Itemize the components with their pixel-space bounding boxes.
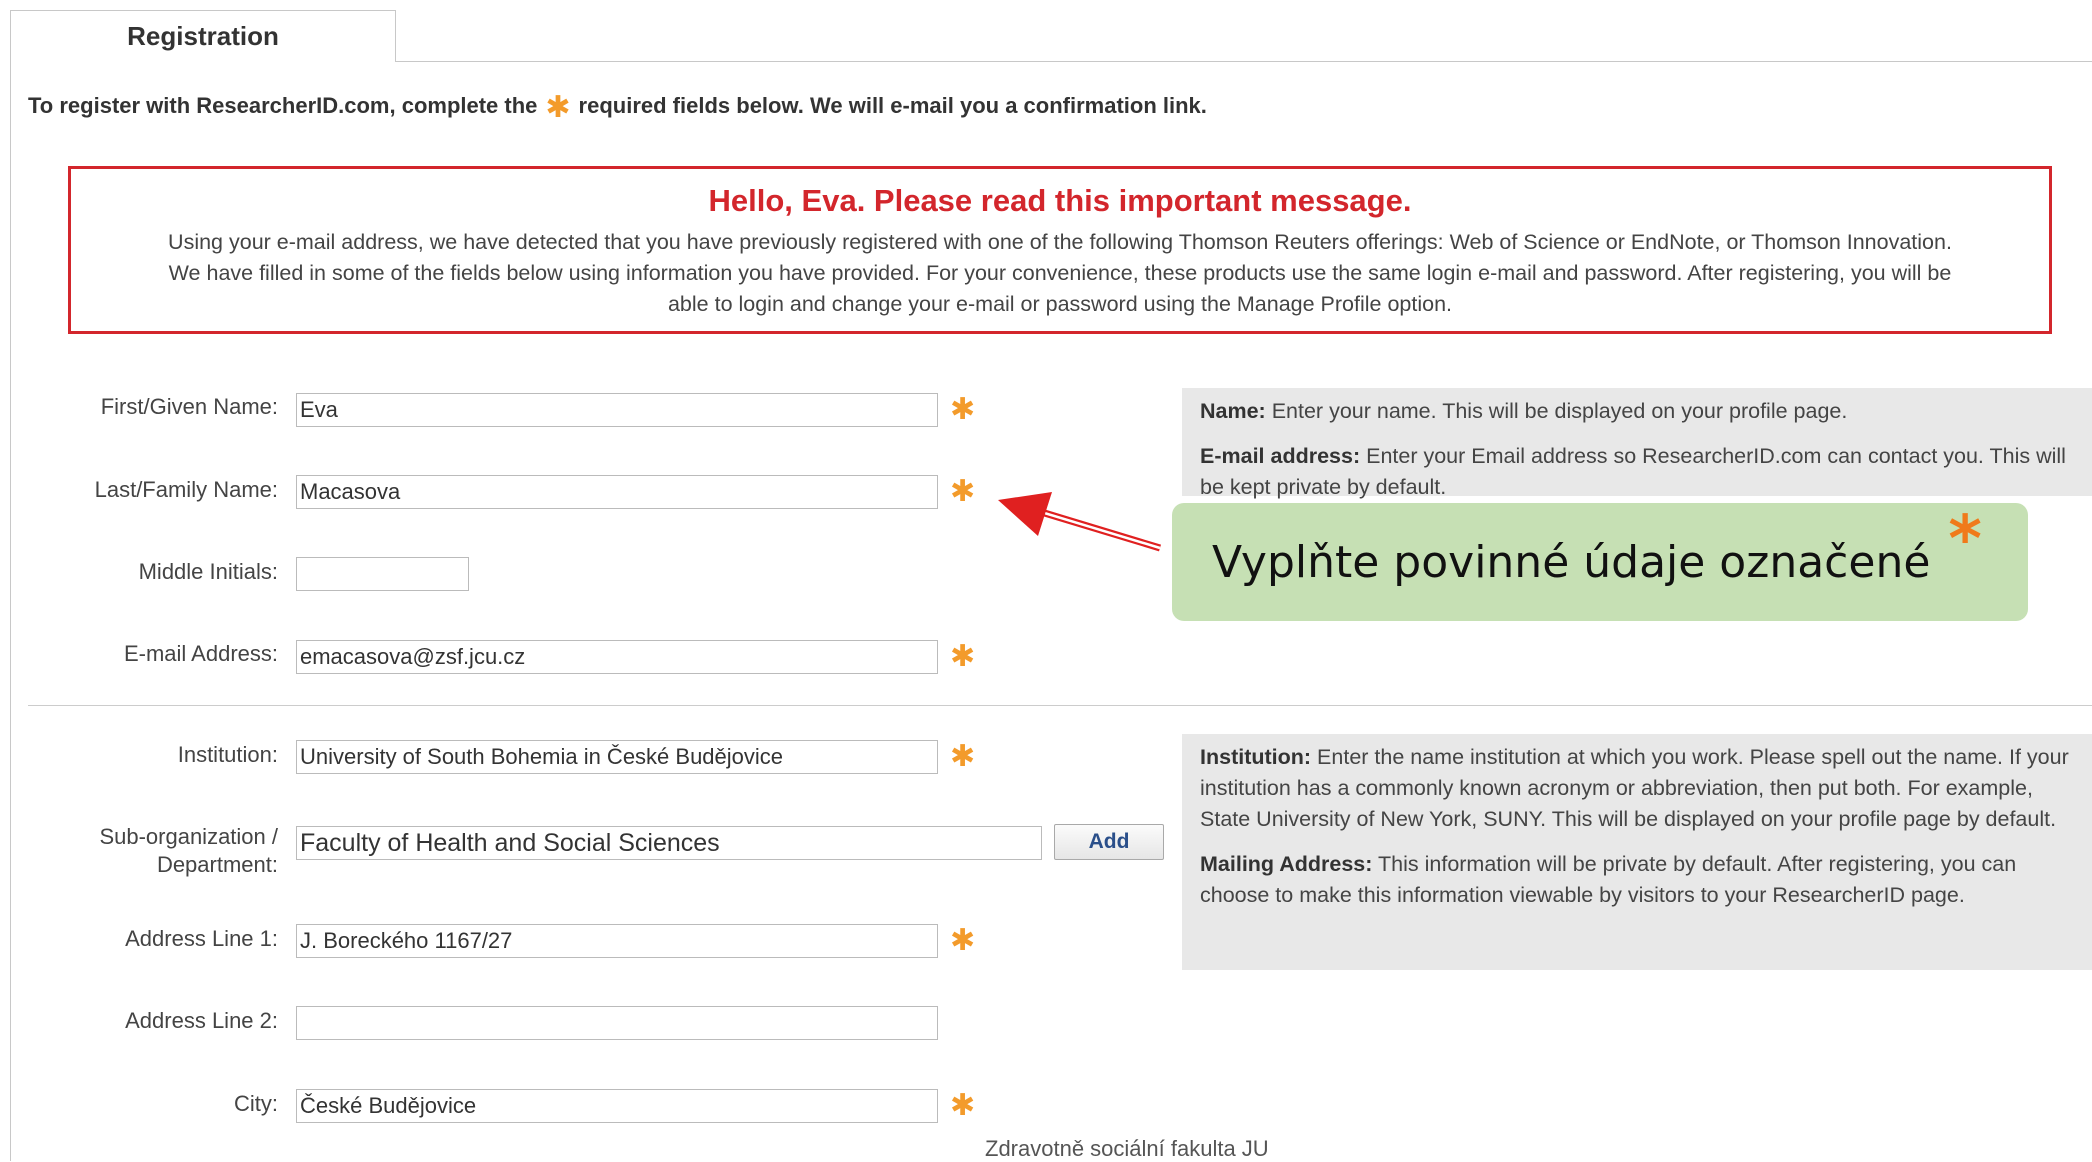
required-star-icon: ✱ — [950, 475, 976, 508]
required-star-icon: ✱ — [950, 924, 976, 957]
intro-text: To register with ResearcherID.com, compl… — [28, 90, 1207, 125]
institution-input[interactable] — [296, 740, 938, 774]
help-panel-personal: Name: Enter your name. This will be disp… — [1182, 388, 2092, 499]
message-line-1: Using your e-mail address, we have detec… — [168, 230, 1952, 254]
address-line-2-input[interactable] — [296, 1006, 938, 1040]
middle-initials-label: Middle Initials: — [138, 559, 278, 584]
required-star-icon: ✱ — [950, 393, 976, 426]
suborganization-label-line-2: Department: — [156, 852, 278, 877]
help-institution-text: Enter the name institution at which you … — [1200, 745, 2069, 831]
help-name: Name: Enter your name. This will be disp… — [1200, 396, 2074, 427]
institution-label: Institution: — [177, 742, 278, 767]
address-line-1-label: Address Line 1: — [125, 926, 278, 951]
help-name-text: Enter your name. This will be displayed … — [1271, 399, 1848, 423]
callout-star-icon: * — [1948, 503, 1982, 577]
suborganization-label: Sub-organization / Department: — [8, 823, 278, 879]
section-divider — [28, 705, 2092, 706]
last-name-label: Last/Family Name: — [94, 477, 278, 502]
required-star-icon: ✱ — [950, 1089, 976, 1122]
tab-registration[interactable]: Registration — [10, 10, 396, 62]
required-star-icon: ✱ — [950, 640, 976, 673]
suborganization-label-line-1: Sub-organization / — [99, 824, 278, 849]
city-input[interactable] — [296, 1089, 938, 1123]
help-mailing-title: Mailing Address: — [1200, 852, 1373, 876]
first-name-label: First/Given Name: — [100, 394, 278, 419]
city-label: City: — [234, 1091, 278, 1116]
important-message-box: Hello, Eva. Please read this important m… — [68, 166, 2052, 334]
annotation-callout: Vyplňte povinné údaje označené * — [1172, 503, 2028, 621]
suborganization-input[interactable] — [296, 826, 1042, 860]
email-label: E-mail Address: — [123, 641, 278, 666]
help-mailing: Mailing Address: This information will b… — [1200, 849, 2074, 911]
message-title: Hello, Eva. Please read this important m… — [708, 183, 1412, 218]
help-email-title: E-mail address: — [1200, 444, 1361, 468]
email-input[interactable] — [296, 640, 938, 674]
address-line-2-label: Address Line 2: — [125, 1008, 278, 1033]
message-body: Using your e-mail address, we have detec… — [83, 227, 2037, 320]
intro-text-after: required fields below. We will e-mail yo… — [578, 93, 1207, 118]
help-panel-institution: Institution: Enter the name institution … — [1182, 734, 2092, 970]
help-institution-title: Institution: — [1200, 745, 1312, 769]
help-name-title: Name: — [1200, 399, 1266, 423]
first-name-input[interactable] — [296, 393, 938, 427]
address-line-1-input[interactable] — [296, 924, 938, 958]
last-name-input[interactable] — [296, 475, 938, 509]
message-line-2: We have filled in some of the fields bel… — [168, 261, 1952, 285]
middle-initials-input[interactable] — [296, 557, 469, 591]
footer-text: Zdravotně sociální fakulta JU — [985, 1136, 1269, 1161]
required-star-icon: ✱ — [950, 740, 976, 773]
callout-text: Vyplňte povinné údaje označené — [1212, 536, 1931, 588]
message-line-3: able to login and change your e-mail or … — [667, 292, 1453, 316]
help-email: E-mail address: Enter your Email address… — [1200, 441, 2074, 503]
intro-text-before: To register with ResearcherID.com, compl… — [28, 93, 538, 118]
help-institution: Institution: Enter the name institution … — [1200, 742, 2074, 835]
annotation-arrow-icon — [998, 492, 1162, 554]
required-star-icon: ✱ — [545, 91, 571, 124]
add-suborganization-button[interactable]: Add — [1054, 824, 1164, 860]
